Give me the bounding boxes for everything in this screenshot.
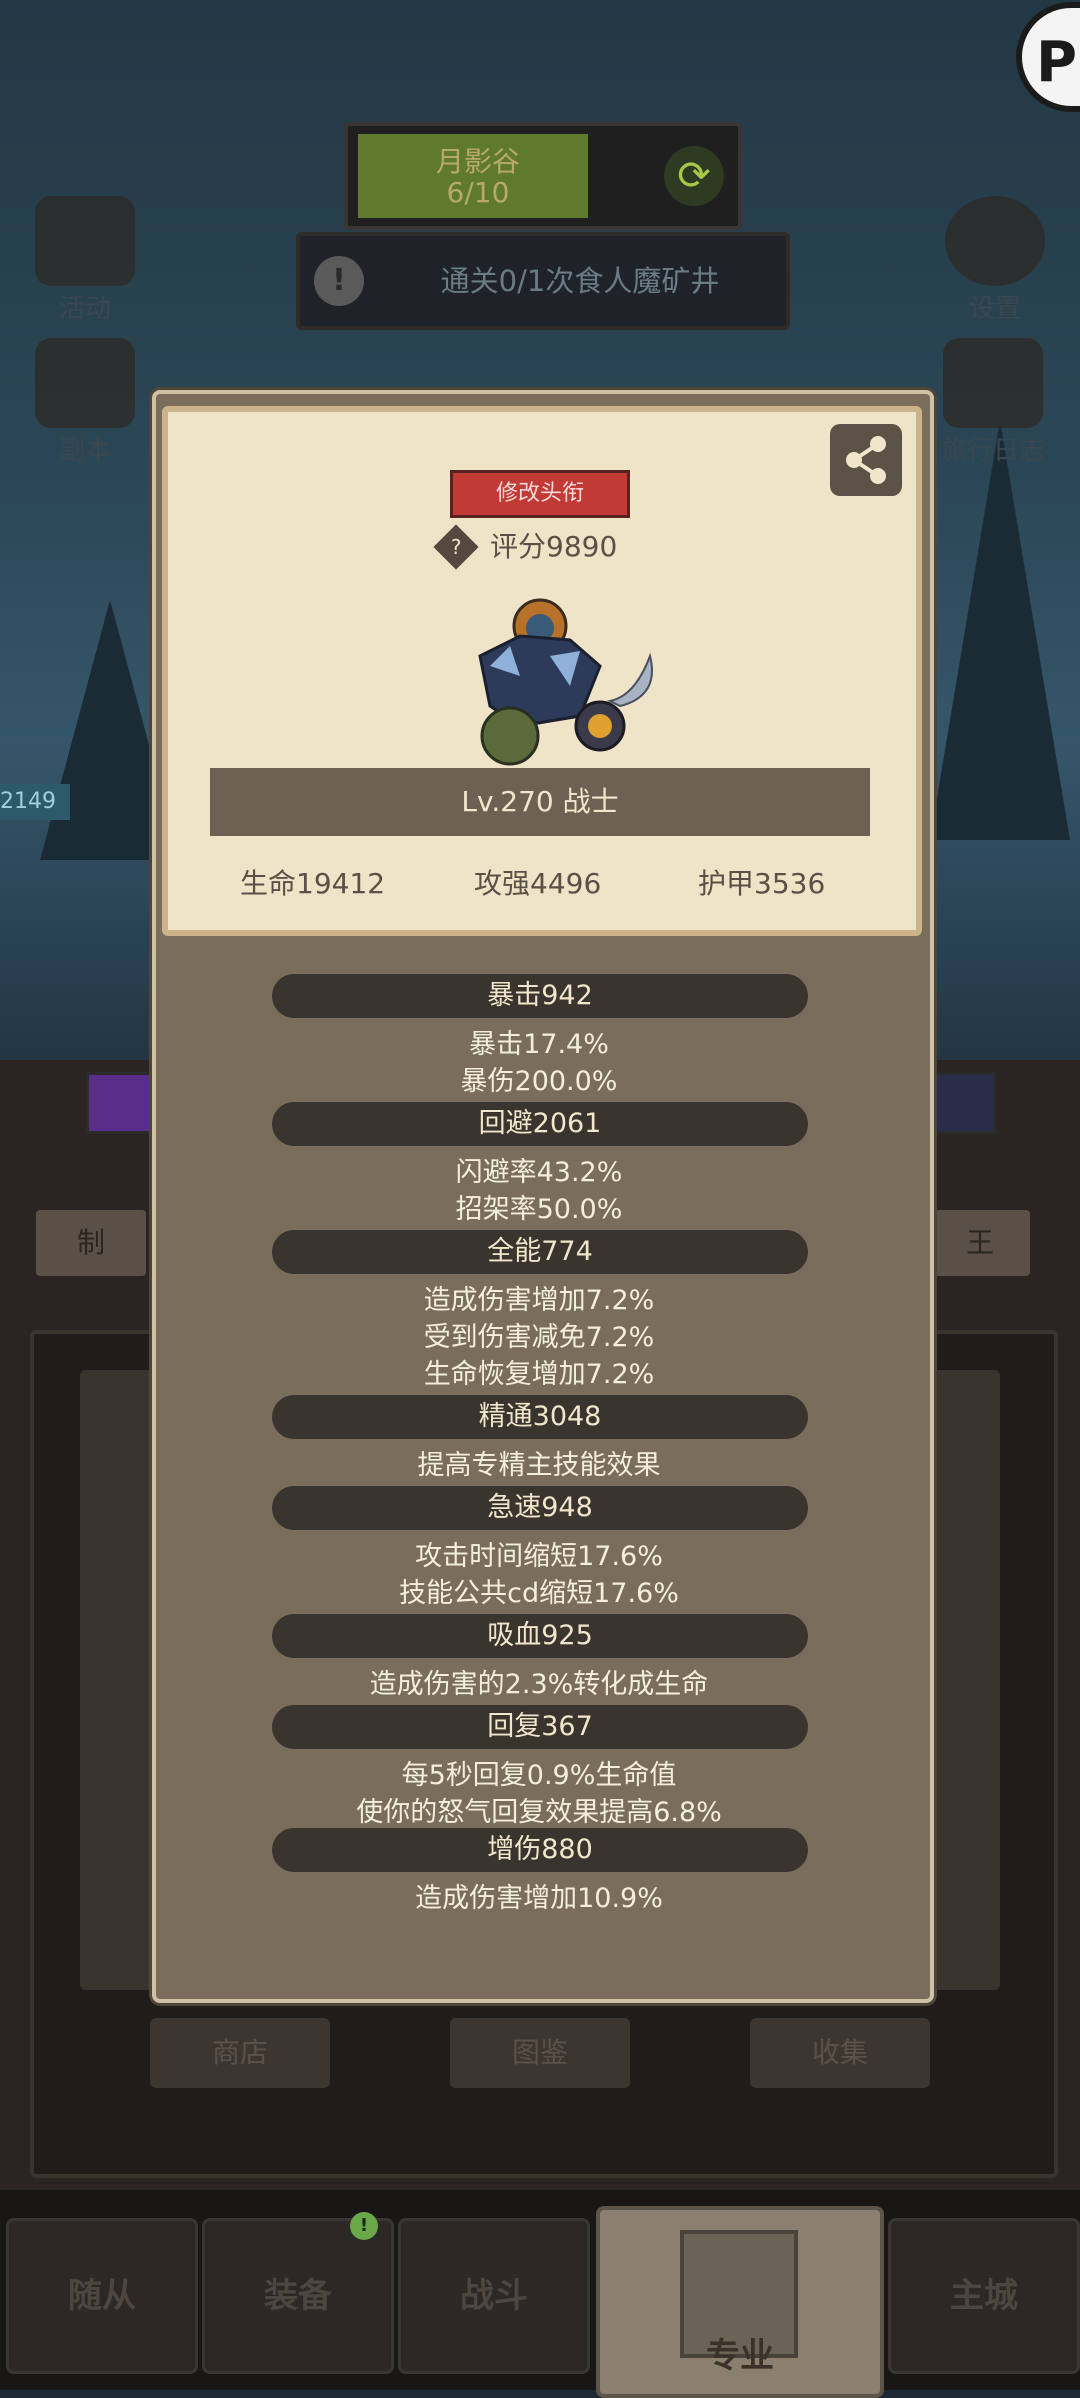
settings-label: 设置 [968, 294, 1021, 324]
stat-header-mastery: 精通3048 [272, 1395, 808, 1439]
stat-header-haste: 急速948 [272, 1486, 808, 1530]
journal-button[interactable]: 旅行日志 [928, 338, 1058, 467]
book-icon [943, 338, 1043, 428]
refresh-icon[interactable]: ⟳ [664, 146, 724, 206]
nav-profession-label: 专业 [706, 2336, 774, 2376]
share-icon [846, 436, 886, 484]
activity-label: 活动 [58, 294, 111, 324]
stat-line: 造成伤害增加10.9% [415, 1883, 663, 1914]
hp-stat: 生命19412 [240, 867, 386, 900]
stat-line: 闪避率43.2% [455, 1157, 623, 1188]
codex-button[interactable]: 图鉴 [450, 2018, 630, 2088]
hp-badge: 2149 [0, 784, 70, 820]
nav-profession[interactable]: 专业 [596, 2206, 884, 2398]
stat-header-versatility: 全能774 [272, 1230, 808, 1274]
journal-label: 旅行日志 [940, 436, 1045, 466]
help-icon: ? [433, 524, 479, 570]
stat-header-damage-bonus: 增伤880 [272, 1828, 808, 1872]
collect-button[interactable]: 收集 [750, 2018, 930, 2088]
stat-line: 受到伤害减免7.2% [423, 1322, 655, 1353]
stat-line: 使你的怒气回复效果提高6.8% [356, 1797, 722, 1828]
nav-battle[interactable]: 战斗 [398, 2218, 590, 2374]
background-bar-dark [930, 1072, 996, 1134]
quest-text: 通关0/1次食人魔矿井 [440, 264, 720, 298]
stat-line: 技能公共cd缩短17.6% [399, 1578, 679, 1609]
level-class-bar: Lv.270 战士 [210, 768, 870, 836]
alert-icon: ! [314, 256, 364, 306]
background-tab-left: 制 [36, 1210, 146, 1276]
notification-dot-icon: ! [350, 2212, 378, 2240]
stat-line: 提高专精主技能效果 [417, 1450, 661, 1481]
stat-line: 造成伤害增加7.2% [423, 1285, 655, 1316]
dungeon-button[interactable]: 副本 [30, 338, 140, 467]
nav-main-city[interactable]: 主城 [888, 2218, 1080, 2374]
change-title-button[interactable]: 修改头衔 [450, 470, 630, 518]
nav-equipment[interactable]: 装备 [202, 2218, 394, 2374]
activity-button[interactable]: 活动 [30, 196, 140, 325]
stat-header-regen: 回复367 [272, 1705, 808, 1749]
shop-button[interactable]: 商店 [150, 2018, 330, 2088]
settings-button[interactable]: 设置 [940, 196, 1050, 325]
nav-followers[interactable]: 随从 [6, 2218, 198, 2374]
background-bar-purple [86, 1072, 162, 1134]
stat-line: 每5秒回复0.9%生命值 [401, 1760, 677, 1791]
background-tab-right: 王 [930, 1210, 1030, 1276]
zone-progress-text: 6/10 [446, 176, 510, 209]
zone-name: 月影谷 [435, 145, 520, 178]
dungeon-label: 副本 [58, 436, 111, 466]
portal-icon [35, 338, 135, 428]
quest-panel[interactable]: ! 通关0/1次食人魔矿井 [296, 232, 790, 330]
background-tree [930, 420, 1070, 840]
attack-stat: 攻强4496 [474, 867, 602, 900]
stat-line: 造成伤害的2.3%转化成生命 [369, 1669, 709, 1700]
stat-line: 暴击17.4% [469, 1029, 609, 1060]
zone-progress-panel[interactable]: 月影谷 6/10 ⟳ [344, 122, 742, 230]
armor-stat: 护甲3536 [698, 867, 826, 900]
score-text: 评分9890 [490, 530, 618, 563]
stat-line: 招架率50.0% [455, 1194, 623, 1225]
stat-header-lifesteal: 吸血925 [272, 1614, 808, 1658]
stat-line: 生命恢复增加7.2% [423, 1359, 655, 1390]
stat-header-crit: 暴击942 [272, 974, 808, 1018]
stat-line: 攻击时间缩短17.6% [415, 1541, 663, 1572]
score-row[interactable]: ? 评分9890 [433, 524, 618, 570]
scroll-icon [35, 196, 135, 286]
gear-icon [945, 196, 1045, 286]
stat-header-avoidance: 回避2061 [272, 1102, 808, 1146]
stat-line: 暴伤200.0% [460, 1066, 618, 1097]
warrior-avatar [478, 598, 653, 766]
share-button[interactable] [830, 424, 902, 496]
